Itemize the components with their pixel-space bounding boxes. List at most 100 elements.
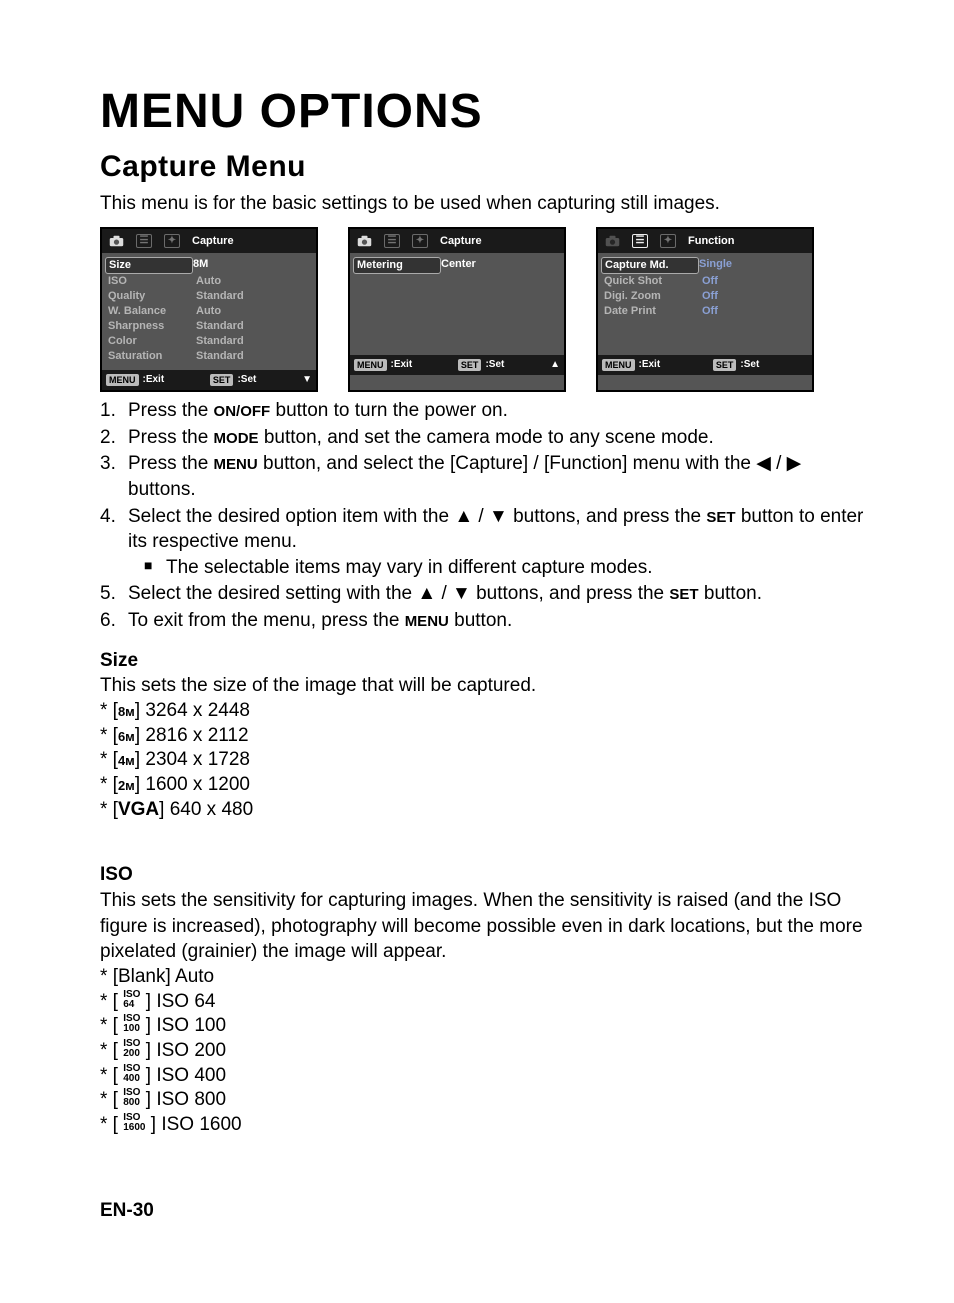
iso-options: * [Blank] Auto * [ ISO64 ] ISO 64 * [ IS… (100, 965, 864, 1138)
screen-body: Capture Md.Single Quick ShotOff Digi. Zo… (598, 253, 812, 355)
camera-screen-function: ☰ ✦ Function Capture Md.Single Quick Sho… (596, 227, 814, 392)
step-text: button to turn the power on. (270, 400, 508, 421)
menu-value: Off (702, 274, 718, 289)
menu-value: 8M (193, 257, 208, 274)
menu-label: Capture Md. (601, 257, 699, 274)
menu-value: Auto (196, 274, 221, 289)
iso-option: * [ ISO400 ] ISO 400 (100, 1064, 864, 1089)
menu-value: Off (702, 304, 718, 319)
button-glyph: MENU (214, 456, 258, 473)
camera-icon (350, 229, 378, 253)
menu-button-label: MENU (354, 359, 387, 371)
button-glyph: SET (706, 509, 735, 526)
section-title: Capture Menu (100, 147, 864, 188)
button-glyph: SET (669, 586, 698, 603)
exit-label: :Exit (639, 358, 661, 372)
list-icon: ☰ (378, 229, 406, 253)
menu-value: Standard (196, 289, 244, 304)
step-text: Press the (128, 453, 214, 474)
iso-option: * [Blank] Auto (100, 965, 864, 990)
step-text: button. (699, 583, 762, 604)
list-icon: ☰ (130, 229, 158, 253)
menu-button-label: MENU (106, 374, 139, 386)
size-option: * [2ᴍ] 1600 x 1200 (100, 773, 864, 798)
menu-label: Quick Shot (604, 274, 702, 289)
down-arrow-icon: ▼ (302, 373, 312, 387)
step-sub-bullet: The selectable items may vary in differe… (144, 555, 864, 581)
exit-label: :Exit (391, 358, 413, 372)
screen-title: Function (682, 229, 812, 253)
iso-option: * [ ISO100 ] ISO 100 (100, 1014, 864, 1039)
menu-value: Standard (196, 319, 244, 334)
size-option: * [4ᴍ] 2304 x 1728 (100, 748, 864, 773)
menu-label: Size (105, 257, 193, 274)
menu-label: W. Balance (108, 304, 196, 319)
iso-description: This sets the sensitivity for capturing … (100, 888, 864, 965)
iso-option: * [ ISO1600 ] ISO 1600 (100, 1113, 864, 1138)
set-button-label: SET (713, 359, 737, 371)
step-text: Press the (128, 400, 214, 421)
screen-title: Capture (186, 229, 316, 253)
step-4: 4. Select the desired option item with t… (100, 504, 864, 581)
step-6: 6. To exit from the menu, press the MENU… (100, 608, 864, 634)
list-icon: ☰ (626, 229, 654, 253)
iso-option: * [ ISO800 ] ISO 800 (100, 1088, 864, 1113)
screen-footer: MENU :Exit SET :Set (598, 355, 812, 375)
button-glyph: ON/OFF (214, 403, 271, 420)
menu-value: Single (699, 257, 732, 274)
camera-screen-capture-2: ☰ ✦ Capture MeteringCenter MENU :Exit SE… (348, 227, 566, 392)
set-button-label: SET (458, 359, 482, 371)
size-description: This sets the size of the image that wil… (100, 673, 864, 699)
screen-footer: MENU :Exit SET :Set ▼ (102, 370, 316, 390)
menu-value: Off (702, 289, 718, 304)
size-option: * [6ᴍ] 2816 x 2112 (100, 724, 864, 749)
menu-label: Quality (108, 289, 196, 304)
camera-screen-capture-1: ☰ ✦ Capture Size8M ISOAuto QualityStanda… (100, 227, 318, 392)
intro-text: This menu is for the basic settings to b… (100, 191, 864, 217)
size-option: * [VGA] 640 x 480 (100, 798, 864, 823)
iso-option: * [ ISO64 ] ISO 64 (100, 990, 864, 1015)
menu-button-label: MENU (602, 359, 635, 371)
set-label: :Set (485, 358, 504, 372)
set-button-label: SET (210, 374, 234, 386)
page-title: MENU OPTIONS (100, 80, 864, 145)
step-text: Select the desired option item with the … (128, 506, 706, 527)
screenshot-row: ☰ ✦ Capture Size8M ISOAuto QualityStanda… (100, 227, 864, 392)
size-options: * [8ᴍ] 3264 x 2448 * [6ᴍ] 2816 x 2112 * … (100, 699, 864, 822)
camera-icon (102, 229, 130, 253)
tools-icon: ✦ (406, 229, 434, 253)
menu-label: Saturation (108, 349, 196, 364)
step-text: button, and set the camera mode to any s… (259, 427, 714, 448)
menu-label: ISO (108, 274, 196, 289)
step-1: 1. Press the ON/OFF button to turn the p… (100, 398, 864, 424)
exit-label: :Exit (143, 373, 165, 387)
menu-label: Sharpness (108, 319, 196, 334)
iso-heading: ISO (100, 862, 864, 888)
screen-body: MeteringCenter (350, 253, 564, 355)
size-heading: Size (100, 648, 864, 674)
step-2: 2. Press the MODE button, and set the ca… (100, 425, 864, 451)
step-text: To exit from the menu, press the (128, 610, 405, 631)
step-5: 5. Select the desired setting with the ▲… (100, 581, 864, 607)
menu-label: Color (108, 334, 196, 349)
size-option: * [8ᴍ] 3264 x 2448 (100, 699, 864, 724)
menu-value: Standard (196, 349, 244, 364)
step-text: button. (449, 610, 512, 631)
menu-value: Auto (196, 304, 221, 319)
menu-value: Center (441, 257, 476, 274)
menu-label: Date Print (604, 304, 702, 319)
set-label: :Set (237, 373, 256, 387)
screen-title: Capture (434, 229, 564, 253)
menu-label: Metering (353, 257, 441, 274)
instruction-steps: 1. Press the ON/OFF button to turn the p… (100, 398, 864, 634)
camera-icon (598, 229, 626, 253)
step-text: Press the (128, 427, 214, 448)
menu-label: Digi. Zoom (604, 289, 702, 304)
menu-value: Standard (196, 334, 244, 349)
iso-option: * [ ISO200 ] ISO 200 (100, 1039, 864, 1064)
screen-footer: MENU :Exit SET :Set ▲ (350, 355, 564, 375)
up-arrow-icon: ▲ (550, 358, 560, 372)
step-text: Select the desired setting with the ▲ / … (128, 583, 669, 604)
tools-icon: ✦ (654, 229, 682, 253)
set-label: :Set (740, 358, 759, 372)
